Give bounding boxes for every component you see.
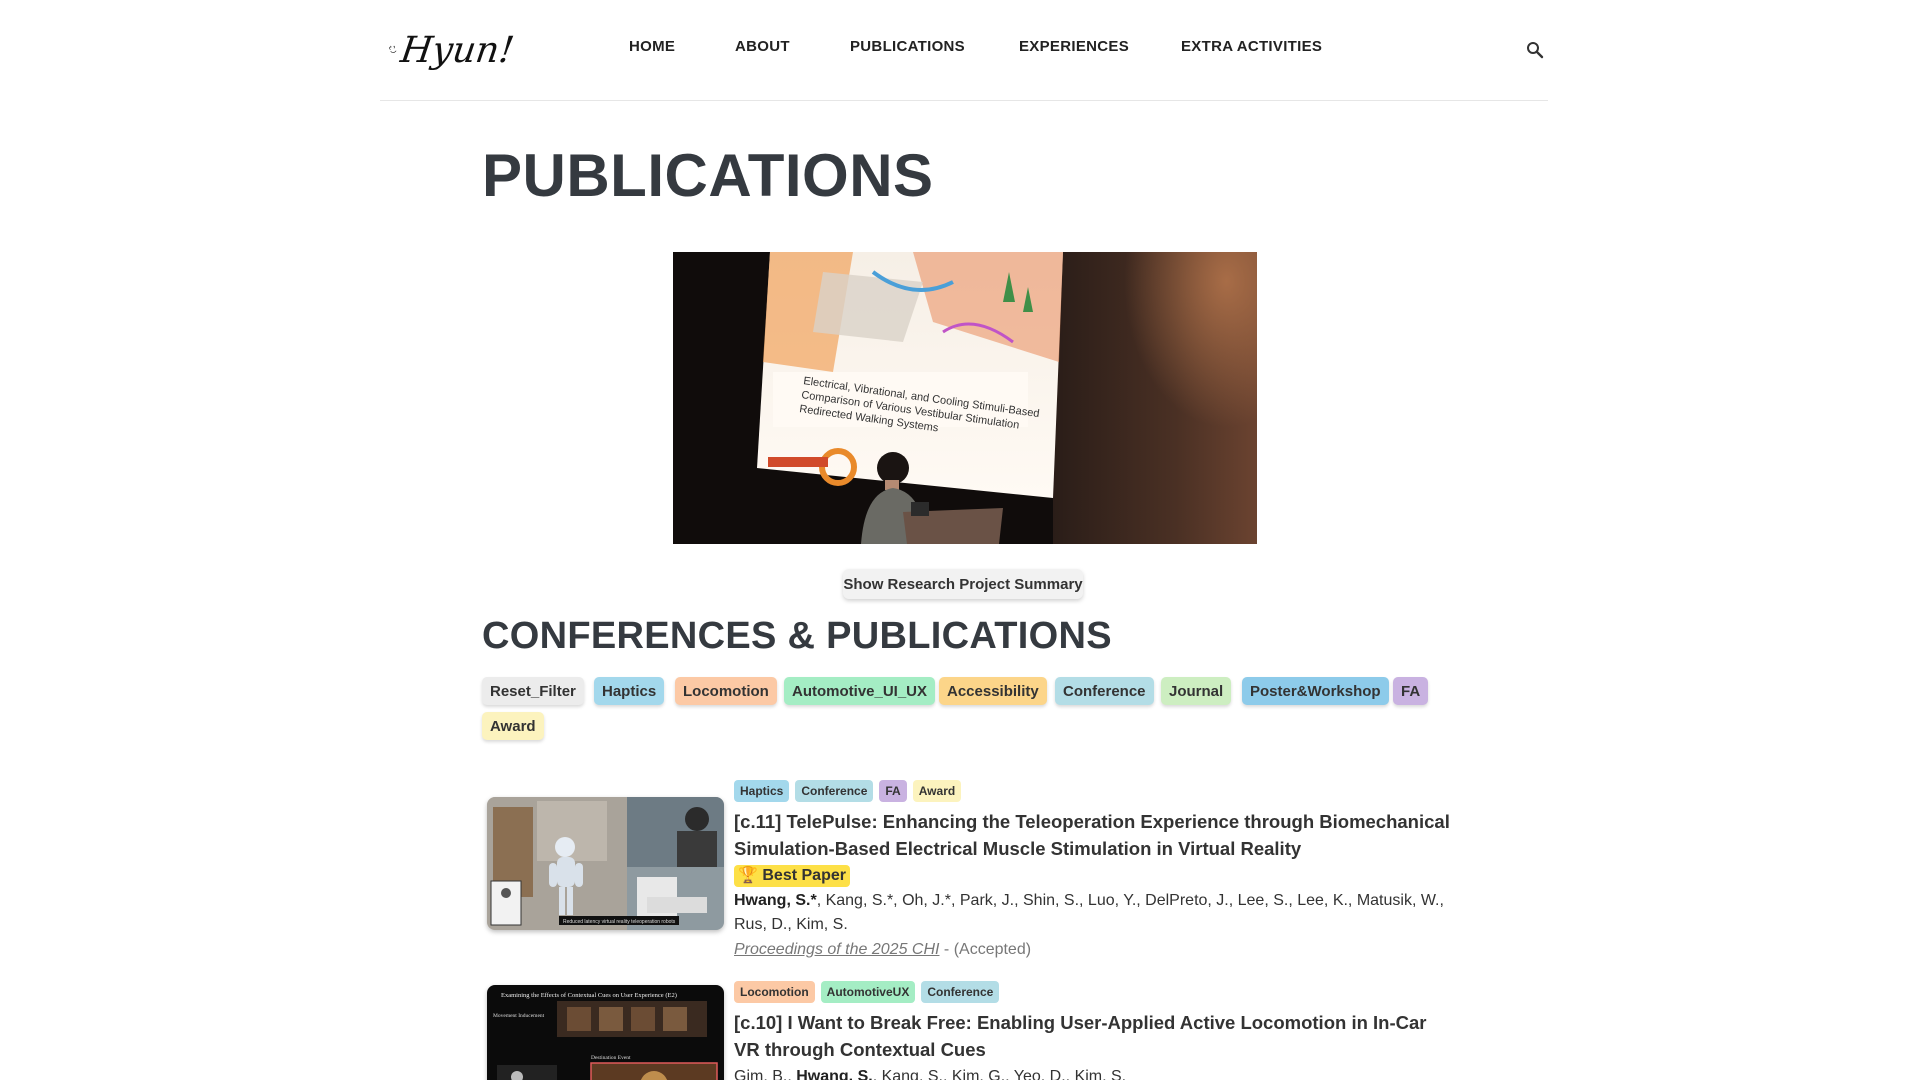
presentation-photo: Electrical, Vibrational, and Cooling Sti… <box>673 252 1257 544</box>
main-nav: HOME ABOUT PUBLICATIONS EXPERIENCES EXTR… <box>380 38 1548 62</box>
search-button[interactable] <box>1522 37 1548 63</box>
svg-text:Reduced latency virtual realit: Reduced latency virtual reality teleoper… <box>563 919 676 925</box>
thumb-label-destination: Destination Event <box>591 1055 631 1061</box>
filter-award[interactable]: Award <box>482 712 544 740</box>
filter-poster-workshop[interactable]: Poster&Workshop <box>1242 677 1389 705</box>
search-icon <box>1527 42 1544 59</box>
author-list: , Kang, S.*, Oh, J.*, Park, J., Shin, S.… <box>734 892 1444 933</box>
filter-automotive[interactable]: Automotive_UI_UX <box>784 677 936 705</box>
tag-conference[interactable]: Conference <box>795 780 874 802</box>
telepulse-thumbnail: Reduced latency virtual reality teleoper… <box>487 797 724 930</box>
nav-publications[interactable]: PUBLICATIONS <box>850 38 965 55</box>
nav-extra-activities[interactable]: EXTRA ACTIVITIES <box>1181 38 1322 55</box>
author-highlight: Hwang, S.* <box>734 892 817 909</box>
publication-authors: Hwang, S.*, Kang, S.*, Oh, J.*, Park, J.… <box>734 889 1454 937</box>
publication-authors: Gim, B., Hwang, S., Kang, S., Kim, G., Y… <box>734 1065 1454 1080</box>
filter-journal[interactable]: Journal <box>1161 677 1232 705</box>
tag-automotive-ux[interactable]: AutomotiveUX <box>820 981 916 1003</box>
show-summary-button[interactable]: Show Research Project Summary <box>843 569 1083 599</box>
best-paper-badge: 🏆 Best Paper <box>734 865 850 887</box>
author-list: , Kang, S., Kim, G., Yeo, D., Kim, S. <box>872 1068 1127 1080</box>
publication-content: Locomotion AutomotiveUX Conference [c.10] … <box>734 981 1454 1080</box>
filter-haptics[interactable]: Haptics <box>594 677 665 705</box>
publication-title[interactable]: [c.11] TelePulse: Enhancing the Teleoper… <box>734 808 1454 862</box>
publication-tags: Locomotion AutomotiveUX Conference <box>734 981 1454 1003</box>
section-title: CONFERENCES & PUBLICATIONS <box>482 615 1112 657</box>
page-title: PUBLICATIONS <box>482 142 934 209</box>
filter-accessibility[interactable]: Accessibility <box>939 677 1047 705</box>
publication-status: - (Accepted) <box>939 941 1032 958</box>
nav-experiences[interactable]: EXPERIENCES <box>1019 38 1129 55</box>
author-highlight: Hwang, S. <box>796 1068 873 1080</box>
publication-thumbnail[interactable]: Reduced latency virtual reality teleoper… <box>487 797 724 930</box>
filter-conference[interactable]: Conference <box>1055 677 1154 705</box>
filter-locomotion[interactable]: Locomotion <box>675 677 777 705</box>
tag-conference[interactable]: Conference <box>921 981 1000 1003</box>
publication-venue: Proceedings of the 2025 CHI - (Accepted) <box>734 937 1454 962</box>
filter-fa[interactable]: FA <box>1393 677 1429 705</box>
hero-photo: Electrical, Vibrational, and Cooling Sti… <box>673 252 1257 544</box>
thumb-label-movement: Movement Inducement <box>493 1013 545 1019</box>
publication-title[interactable]: [c.10] I Want to Break Free: Enabling Us… <box>734 1009 1454 1063</box>
publication-tags: Haptics Conference FA Award <box>734 780 1454 802</box>
break-free-thumbnail: Examining the Effects of Contextual Cues… <box>487 985 724 1080</box>
site-header: Hyun! HOME ABOUT PUBLICATIONS EXPERIENCE… <box>380 0 1548 101</box>
nav-about[interactable]: ABOUT <box>735 38 790 55</box>
tag-fa[interactable]: FA <box>879 780 907 802</box>
author-list-pre: Gim, B., <box>734 1068 797 1080</box>
venue-link[interactable]: Proceedings of the 2025 CHI <box>734 941 939 958</box>
tag-award[interactable]: Award <box>912 780 962 802</box>
publication-content: Haptics Conference FA Award [c.11] TelePuls… <box>734 780 1454 962</box>
filter-reset[interactable]: Reset_Filter <box>482 677 584 705</box>
tag-locomotion[interactable]: Locomotion <box>734 981 815 1003</box>
thumb-caption: Examining the Effects of Contextual Cues… <box>501 992 677 999</box>
nav-home[interactable]: HOME <box>629 38 675 55</box>
tag-haptics[interactable]: Haptics <box>734 780 790 802</box>
publication-thumbnail[interactable]: Examining the Effects of Contextual Cues… <box>487 985 724 1080</box>
